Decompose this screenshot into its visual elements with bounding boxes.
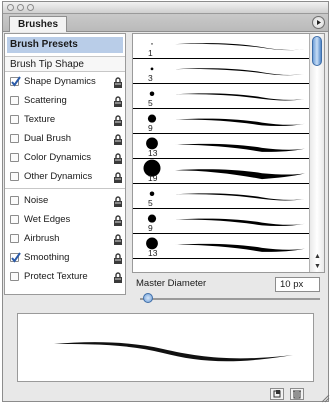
- panel-menu-arrow-icon: [317, 20, 321, 25]
- option-label: Wet Edges: [24, 214, 71, 225]
- brush-preset-row[interactable]: 5: [133, 84, 309, 109]
- brush-preset-row[interactable]: 3: [133, 59, 309, 84]
- option-label: Texture: [24, 114, 56, 125]
- option-checkbox[interactable]: [10, 96, 19, 105]
- sidebar-option-row[interactable]: Texture: [5, 110, 125, 129]
- brush-size-label: 13: [148, 148, 158, 158]
- sidebar-option-row[interactable]: Smoothing: [5, 248, 125, 267]
- scroll-down-arrow-icon[interactable]: ▼: [313, 262, 322, 271]
- master-diameter-slider[interactable]: [140, 298, 320, 300]
- window-controls: [7, 4, 34, 11]
- option-checkbox[interactable]: [10, 215, 19, 224]
- brush-stroke-preview: [17, 313, 314, 382]
- option-checkbox[interactable]: [10, 76, 21, 87]
- brush-stroke-sample: [175, 68, 305, 76]
- brush-list-scrollbar[interactable]: ▲ ▼: [309, 34, 324, 272]
- lock-icon[interactable]: [113, 271, 123, 290]
- brush-list: 1 3 5 9 13 19 5 9 13: [133, 34, 309, 272]
- brush-stroke-sample: [175, 243, 305, 252]
- option-checkbox[interactable]: [10, 272, 19, 281]
- option-label: Dual Brush: [24, 133, 71, 144]
- brush-stroke-sample: [175, 193, 305, 201]
- brush-preset-row[interactable]: 9: [133, 109, 309, 134]
- sidebar-option-row[interactable]: Scattering: [5, 91, 125, 110]
- brush-stroke-sample: [175, 93, 305, 101]
- tab-brushes[interactable]: Brushes: [9, 16, 68, 32]
- option-label: Airbrush: [24, 233, 60, 244]
- brush-preset-row[interactable]: 13: [133, 134, 309, 159]
- option-label: Other Dynamics: [24, 171, 93, 182]
- scrollbar-thumb[interactable]: [312, 36, 322, 66]
- option-checkbox[interactable]: [10, 115, 19, 124]
- sidebar-option-row[interactable]: Color Dynamics: [5, 148, 125, 167]
- brush-size-label: 1: [148, 48, 153, 58]
- brush-stroke-sample: [175, 218, 305, 226]
- brush-stroke-sample: [175, 169, 305, 180]
- brush-stroke-sample: [175, 118, 305, 126]
- brush-settings-sidebar: Brush Presets Brush Tip Shape Shape Dyna…: [4, 33, 126, 295]
- preview-stroke: [54, 342, 293, 362]
- brush-size-label: 13: [148, 248, 158, 258]
- brush-size-label: 9: [148, 123, 153, 133]
- option-checkbox[interactable]: [10, 134, 19, 143]
- option-label: Color Dynamics: [24, 152, 92, 163]
- option-label: Noise: [24, 195, 49, 206]
- sidebar-option-row[interactable]: Wet Edges: [5, 210, 125, 229]
- brush-preset-row[interactable]: 1: [133, 34, 309, 59]
- brush-preset-row[interactable]: 9: [133, 209, 309, 234]
- scroll-up-arrow-icon[interactable]: ▲: [313, 252, 322, 261]
- option-checkbox[interactable]: [10, 172, 19, 181]
- master-diameter-input[interactable]: [275, 277, 320, 292]
- sidebar-option-row[interactable]: Dual Brush: [5, 129, 125, 148]
- panel-titlebar: [3, 2, 328, 14]
- minimize-window-button[interactable]: [17, 4, 24, 11]
- option-label: Scattering: [24, 95, 67, 106]
- close-window-button[interactable]: [7, 4, 14, 11]
- new-brush-icon: [273, 390, 281, 398]
- panel-menu-button[interactable]: [312, 16, 325, 29]
- brush-size-label: 19: [148, 173, 158, 183]
- brush-list-panel: 1 3 5 9 13 19 5 9 13 ▲ ▼: [132, 33, 325, 273]
- option-checkbox[interactable]: [10, 196, 19, 205]
- option-label: Shape Dynamics: [24, 76, 96, 87]
- option-checkbox[interactable]: [10, 234, 19, 243]
- brush-size-label: 5: [148, 98, 153, 108]
- new-brush-button[interactable]: [270, 388, 284, 400]
- brush-stroke-sample: [175, 143, 305, 152]
- master-diameter-label: Master Diameter: [136, 278, 207, 289]
- brush-size-label: 3: [148, 73, 153, 83]
- option-label: Smoothing: [24, 252, 70, 263]
- sidebar-option-row[interactable]: Airbrush: [5, 229, 125, 248]
- lock-icon[interactable]: [113, 171, 123, 190]
- brush-preset-row[interactable]: 13: [133, 234, 309, 259]
- option-checkbox[interactable]: [10, 153, 19, 162]
- delete-brush-button[interactable]: [290, 388, 304, 400]
- brush-preset-row[interactable]: 19: [133, 159, 309, 184]
- brush-tip-shape-item[interactable]: Brush Tip Shape: [5, 56, 125, 72]
- brush-size-label: 9: [148, 223, 153, 233]
- resize-grip-icon[interactable]: [320, 393, 330, 403]
- zoom-window-button[interactable]: [27, 4, 34, 11]
- sidebar-option-row[interactable]: Other Dynamics: [5, 167, 125, 186]
- options-separator: [5, 188, 125, 189]
- brush-preset-row[interactable]: 5: [133, 184, 309, 209]
- option-label: Protect Texture: [24, 271, 88, 282]
- master-diameter-slider-knob[interactable]: [143, 293, 153, 303]
- brush-size-label: 5: [148, 198, 153, 208]
- trash-icon: [293, 390, 301, 399]
- brush-stroke-sample: [175, 43, 305, 51]
- tab-bar: Brushes: [3, 14, 328, 32]
- sidebar-option-row[interactable]: Protect Texture: [5, 267, 125, 286]
- sidebar-option-row[interactable]: Shape Dynamics: [5, 72, 125, 91]
- option-checkbox[interactable]: [10, 252, 21, 263]
- sidebar-option-row[interactable]: Noise: [5, 191, 125, 210]
- brush-presets-item[interactable]: Brush Presets: [7, 37, 123, 53]
